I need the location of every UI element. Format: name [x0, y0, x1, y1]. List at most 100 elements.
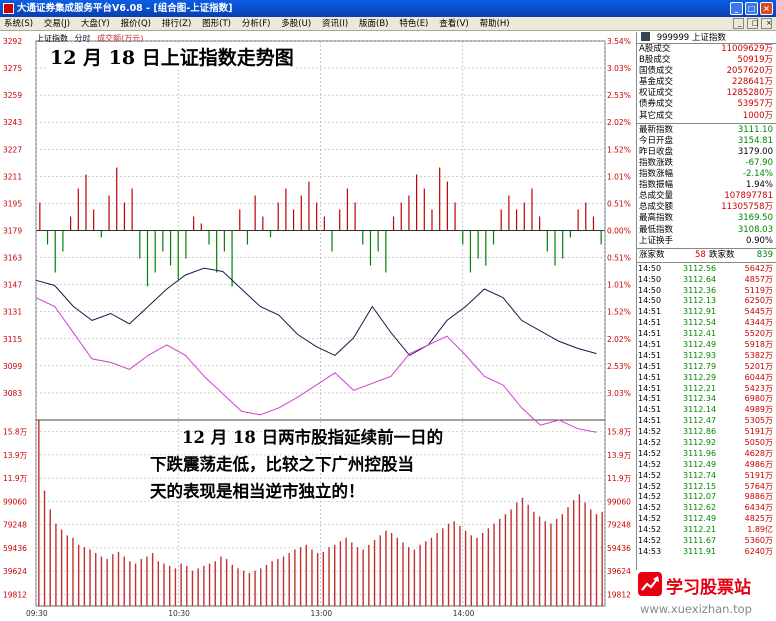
vol-right-label: 11.9万 — [607, 474, 632, 483]
tick-price: 3112.49 — [683, 514, 717, 524]
tick-price: 3112.13 — [683, 296, 717, 306]
tick-volume: 5764万 — [744, 481, 773, 491]
tick-row[interactable]: 14:52 3112.92 5050万 — [637, 438, 776, 449]
tick-time: 14:51 — [638, 307, 662, 317]
tick-row[interactable]: 14:52 3112.62 6434万 — [637, 503, 776, 514]
tick-volume: 9886万 — [744, 492, 773, 502]
y-tick-label: 3131 — [3, 308, 22, 317]
stat-row: 总成交量 107897781 — [637, 191, 776, 202]
menu-graph[interactable]: 图形(T) — [198, 17, 235, 31]
menu-view[interactable]: 查看(V) — [435, 17, 472, 31]
tick-row[interactable]: 14:52 3112.86 5191万 — [637, 427, 776, 438]
menu-system[interactable]: 系统(S) — [0, 17, 37, 31]
tick-row[interactable]: 14:51 3112.29 6044万 — [637, 373, 776, 384]
tick-volume: 5642万 — [744, 263, 773, 273]
tick-row[interactable]: 14:52 3112.49 4986万 — [637, 460, 776, 471]
tick-row[interactable]: 14:51 3112.79 5201万 — [637, 362, 776, 373]
tick-row[interactable]: 14:51 3112.49 5918万 — [637, 340, 776, 351]
tick-row[interactable]: 14:51 3112.93 5382万 — [637, 351, 776, 362]
window-title: 大通证券集成服务平台V6.08 - [组合图-上证指数] — [17, 3, 233, 14]
doc-restore-button[interactable]: □ — [747, 18, 759, 29]
tick-time: 14:52 — [638, 503, 662, 513]
tick-row[interactable]: 14:51 3112.41 5520万 — [637, 329, 776, 340]
tick-row[interactable]: 14:52 3112.74 5191万 — [637, 471, 776, 482]
x-tick-label: 09:30 — [26, 609, 48, 618]
tick-time: 14:52 — [638, 492, 662, 502]
tick-price: 3112.56 — [683, 263, 717, 273]
tick-volume: 5445万 — [744, 307, 773, 317]
tick-price: 3112.86 — [683, 427, 717, 437]
tick-price: 3112.92 — [683, 438, 717, 448]
tick-list[interactable]: 14:50 3112.56 5642万 14:50 3112.64 4857万 14:50 3… — [637, 264, 776, 558]
index-label: 上证指数 — [36, 34, 68, 43]
y-pct-label: 1.01% — [607, 172, 631, 181]
menu-help[interactable]: 帮助(H) — [476, 17, 514, 31]
y-pct-label: 1.01% — [607, 281, 631, 290]
tick-row[interactable]: 14:50 3112.13 6250万 — [637, 296, 776, 307]
intraday-chart[interactable]: 3292 3.54% 3275 3.03% 3259 2.53% 3243 2.02% 3227… — [0, 32, 636, 620]
menu-layout[interactable]: 版面(B) — [355, 17, 392, 31]
tick-row[interactable]: 14:51 3112.91 5445万 — [637, 307, 776, 318]
doc-close-button[interactable]: × — [761, 18, 772, 29]
y-pct-label: 3.03% — [607, 64, 631, 73]
menu-info[interactable]: 资讯(I) — [318, 17, 352, 31]
tick-row[interactable]: 14:50 3112.36 5119万 — [637, 286, 776, 297]
tick-row[interactable]: 14:50 3112.64 4857万 — [637, 275, 776, 286]
menu-trade[interactable]: 交易(J) — [40, 17, 74, 31]
x-tick-label: 10:30 — [168, 609, 190, 618]
turnover-row: A股成交 11009629万 — [637, 44, 776, 55]
app-icon — [3, 3, 14, 14]
tick-row[interactable]: 14:51 3112.54 4344万 — [637, 318, 776, 329]
menu-quote[interactable]: 报价(Q) — [117, 17, 155, 31]
stat-row-label: 最新指数 — [639, 124, 674, 135]
stat-row-label: 上证换手 — [639, 235, 674, 246]
turnover-row-label: 国债成交 — [639, 66, 674, 77]
turnover-row-label: A股成交 — [639, 44, 671, 54]
tick-volume: 5201万 — [744, 361, 773, 371]
menu-special[interactable]: 特色(E) — [395, 17, 432, 31]
vol-tick-label: 19812 — [3, 590, 27, 599]
turnover-row: 债券成交 53957万 — [637, 99, 776, 110]
tick-volume: 4986万 — [744, 459, 773, 469]
close-button[interactable]: × — [760, 2, 773, 15]
quote-panel: 999999 上证指数 A股成交 11009629万 B股成交 50919万 国债成交 2… — [636, 32, 776, 620]
stat-row-label: 指数振幅 — [639, 180, 674, 191]
tick-row[interactable]: 14:52 3112.49 4825万 — [637, 514, 776, 525]
tick-row[interactable]: 14:52 3112.15 5764万 — [637, 482, 776, 493]
tick-row[interactable]: 14:50 3112.56 5642万 — [637, 264, 776, 275]
tick-row[interactable]: 14:52 3112.21 1.89亿 — [637, 525, 776, 536]
turnover-row-label: B股成交 — [639, 55, 671, 66]
tick-time: 14:51 — [638, 372, 662, 382]
stat-row-label: 总成交额 — [639, 202, 674, 213]
tick-row[interactable]: 14:52 3112.07 9886万 — [637, 492, 776, 503]
tick-row[interactable]: 14:51 3112.21 5423万 — [637, 384, 776, 395]
menu-multi[interactable]: 多股(U) — [277, 17, 315, 31]
doc-minimize-button[interactable]: _ — [733, 18, 744, 29]
tick-time: 14:51 — [638, 394, 662, 404]
stat-row-label: 指数涨跌 — [639, 157, 674, 168]
tick-price: 3112.34 — [683, 394, 717, 404]
tick-row[interactable]: 14:52 3111.67 5360万 — [637, 536, 776, 547]
y-tick-label: 3179 — [3, 227, 22, 236]
minimize-button[interactable]: _ — [730, 2, 743, 15]
tick-volume: 4825万 — [744, 514, 773, 524]
tick-row[interactable]: 14:51 3112.34 6980万 — [637, 394, 776, 405]
turnover-list: A股成交 11009629万 B股成交 50919万 国债成交 2057620万 基金成交 2… — [637, 44, 776, 122]
up-count-value: 58 — [695, 249, 706, 260]
tick-row[interactable]: 14:53 3111.91 6240万 — [637, 547, 776, 558]
menu-analysis[interactable]: 分析(F) — [238, 17, 275, 31]
tick-time: 14:52 — [638, 525, 662, 535]
watermark: 学习股票站 www.xuexizhan.top — [636, 570, 776, 621]
menu-rank[interactable]: 排行(Z) — [158, 17, 195, 31]
y-tick-label: 3099 — [3, 362, 22, 371]
tick-row[interactable]: 14:52 3111.96 4628万 — [637, 449, 776, 460]
menu-market[interactable]: 大盘(Y) — [77, 17, 114, 31]
vol-tick-label: 11.9万 — [3, 474, 28, 483]
mode-label: 分时 — [74, 34, 91, 43]
stat-row: 昨日收盘 3179.00 — [637, 147, 776, 158]
maximize-button[interactable]: □ — [745, 2, 758, 15]
tick-row[interactable]: 14:51 3112.47 5305万 — [637, 416, 776, 427]
tick-row[interactable]: 14:51 3112.14 4989万 — [637, 405, 776, 416]
y-pct-label: 2.02% — [607, 335, 631, 344]
chart-canvas: 3292 3.54% 3275 3.03% 3259 2.53% 3243 2.02% 3227… — [3, 37, 632, 618]
